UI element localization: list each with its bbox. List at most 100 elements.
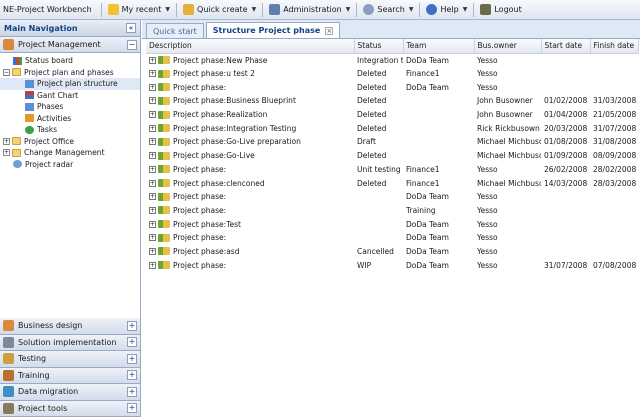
expand-section-button[interactable]: + <box>127 353 137 364</box>
grid-header-row: Description Status Team Bus.owner Start … <box>146 39 639 54</box>
tree-item-gant-chart[interactable]: Gant Chart <box>0 90 140 102</box>
table-row[interactable]: + Project phase:clenconed Deleted Finance1 M… <box>146 176 638 190</box>
tree-item-project-office[interactable]: + Project Office <box>0 136 140 148</box>
tree-item-label: Activities <box>37 113 72 123</box>
expand-row-icon[interactable]: + <box>149 193 156 201</box>
tree-item-phases[interactable]: Phases <box>0 101 140 113</box>
table-row[interactable]: + Project phase: DoDa Team Yesso <box>146 231 638 245</box>
expand-row-icon[interactable]: + <box>149 97 156 105</box>
main-navigation-title: Main Navigation <box>4 23 78 33</box>
tree-item-project-plan-structure[interactable]: Project plan structure <box>0 78 140 90</box>
project-phase-icon <box>158 247 170 256</box>
tree-item-project-plan-and-phases[interactable]: − Project plan and phases <box>0 67 140 79</box>
expand-row-icon[interactable]: + <box>149 206 156 214</box>
administration-menu[interactable]: Administration ▼ <box>266 1 353 19</box>
tree-item-change-management[interactable]: + Change Management <box>0 147 140 159</box>
expand-row-icon[interactable]: + <box>149 56 156 64</box>
expand-row-icon[interactable]: + <box>149 165 156 173</box>
section-training[interactable]: Training + <box>0 367 140 384</box>
expand-section-button[interactable]: + <box>127 386 137 397</box>
cell-description: + Project phase:Go-Live preparation <box>146 135 354 149</box>
table-row[interactable]: + Project phase:Realization Deleted John Bu… <box>146 108 638 122</box>
tree-item-tasks[interactable]: Tasks <box>0 124 140 136</box>
section-testing[interactable]: Testing + <box>0 351 140 368</box>
table-row[interactable]: + Project phase:u test 2 Deleted Finance1 Ye… <box>146 67 638 81</box>
table-row[interactable]: + Project phase:asd Cancelled DoDa Team Yess… <box>146 245 638 259</box>
quick-create-menu[interactable]: Quick create ▼ <box>180 1 259 19</box>
table-row[interactable]: + Project phase: Deleted DoDa Team Yesso <box>146 80 638 94</box>
expand-section-button[interactable]: + <box>127 320 137 331</box>
cell-team: DoDa Team <box>406 219 449 229</box>
cell-team <box>403 94 474 108</box>
expand-row-icon[interactable]: + <box>149 70 156 78</box>
expand-row-icon[interactable]: + <box>149 234 156 242</box>
expand-row-icon[interactable]: + <box>149 261 156 269</box>
tab-structure-project-phase[interactable]: Structure Project phase × <box>205 22 341 38</box>
expand-row-icon[interactable]: + <box>149 138 156 146</box>
cell-description: + Project phase:Go-Live <box>146 149 354 163</box>
collapse-panel-button[interactable]: « <box>126 23 136 33</box>
logout-button[interactable]: Logout <box>477 1 524 19</box>
collapse-node-icon[interactable]: − <box>3 68 10 76</box>
column-header-team[interactable]: Team <box>403 39 475 54</box>
table-row[interactable]: + Project phase:Go-Live preparation Draft M… <box>146 135 638 149</box>
section-project-tools[interactable]: Project tools + <box>0 400 140 417</box>
column-header-finish-date[interactable]: Finish date <box>590 39 639 54</box>
expand-node-icon[interactable]: + <box>3 137 10 145</box>
expand-section-button[interactable]: + <box>127 370 137 381</box>
column-header-description[interactable]: Description <box>146 39 355 54</box>
description-cell-content: + Project phase:New Phase <box>149 56 354 65</box>
table-row[interactable]: + Project phase: DoDa Team Yesso <box>146 190 638 204</box>
cell-status: Deleted <box>357 178 387 188</box>
table-row[interactable]: + Project phase:Business Blueprint Deleted… <box>146 94 638 108</box>
expand-row-icon[interactable]: + <box>149 152 156 160</box>
cell-description: + Project phase:New Phase <box>146 53 354 67</box>
project-phase-icon <box>158 179 170 188</box>
collapse-section-button[interactable]: − <box>127 39 137 50</box>
cell-start-date: 01/02/2008 <box>544 96 588 106</box>
expand-row-icon[interactable]: + <box>149 124 156 132</box>
section-data-migration[interactable]: Data migration + <box>0 384 140 401</box>
tree-item-activities[interactable]: Activities <box>0 113 140 125</box>
my-recent-menu[interactable]: My recent ▼ <box>105 1 173 19</box>
table-row[interactable]: + Project phase: Training Yesso <box>146 204 638 218</box>
cell-bus-owner: Yesso <box>477 164 498 174</box>
chevron-down-icon: ▼ <box>165 6 171 13</box>
expand-row-icon[interactable]: + <box>149 83 156 91</box>
star-icon <box>107 4 119 15</box>
business-design-icon <box>3 320 14 332</box>
expand-row-icon[interactable]: + <box>149 111 156 119</box>
table-row[interactable]: + Project phase:New Phase Integration tesD… <box>146 53 638 67</box>
column-header-start-date[interactable]: Start date <box>541 39 591 54</box>
expand-row-icon[interactable]: + <box>149 179 156 187</box>
tree-item-label: Project radar <box>25 159 74 169</box>
tree-item-status-board[interactable]: Status board <box>0 55 140 67</box>
close-tab-icon[interactable]: × <box>325 26 334 35</box>
expand-row-icon[interactable]: + <box>149 220 156 228</box>
help-menu[interactable]: Help ▼ <box>423 1 470 19</box>
table-row[interactable]: + Project phase:Go-Live Deleted Michael Mic… <box>146 149 638 163</box>
navigation-sections: Business design + Solution implementatio… <box>0 318 140 417</box>
cell-finish-date: 07/08/2008 <box>593 260 637 270</box>
table-row[interactable]: + Project phase:Integration Testing Delete… <box>146 121 638 135</box>
cell-finish-date: 28/03/2008 <box>593 178 637 188</box>
section-business-design[interactable]: Business design + <box>0 318 140 335</box>
expand-row-icon[interactable]: + <box>149 247 156 255</box>
section-solution-implementation[interactable]: Solution implementation + <box>0 334 140 351</box>
expand-section-button[interactable]: + <box>127 403 137 414</box>
column-header-bus-owner[interactable]: Bus.owner <box>474 39 542 54</box>
table-row[interactable]: + Project phase: WIP DoDa Team Yesso 31/07/20… <box>146 258 638 272</box>
section-project-management[interactable]: Project Management − <box>0 37 140 53</box>
search-menu[interactable]: Search ▼ <box>360 1 416 19</box>
cell-team: Finance1 <box>406 69 440 79</box>
tree-item-project-radar[interactable]: Project radar <box>0 159 140 171</box>
table-row[interactable]: + Project phase: Unit testing Finance1 Yesso… <box>146 163 638 177</box>
description-cell-content: + Project phase:Business Blueprint <box>149 96 354 105</box>
expand-section-button[interactable]: + <box>127 337 137 348</box>
table-row[interactable]: + Project phase:Test DoDa Team Yesso <box>146 217 638 231</box>
expand-node-icon[interactable]: + <box>3 149 10 157</box>
toolbar-separator <box>176 2 178 17</box>
tab-quick-start[interactable]: Quick start <box>146 23 204 38</box>
training-icon <box>3 369 14 381</box>
column-header-status[interactable]: Status <box>354 39 404 54</box>
